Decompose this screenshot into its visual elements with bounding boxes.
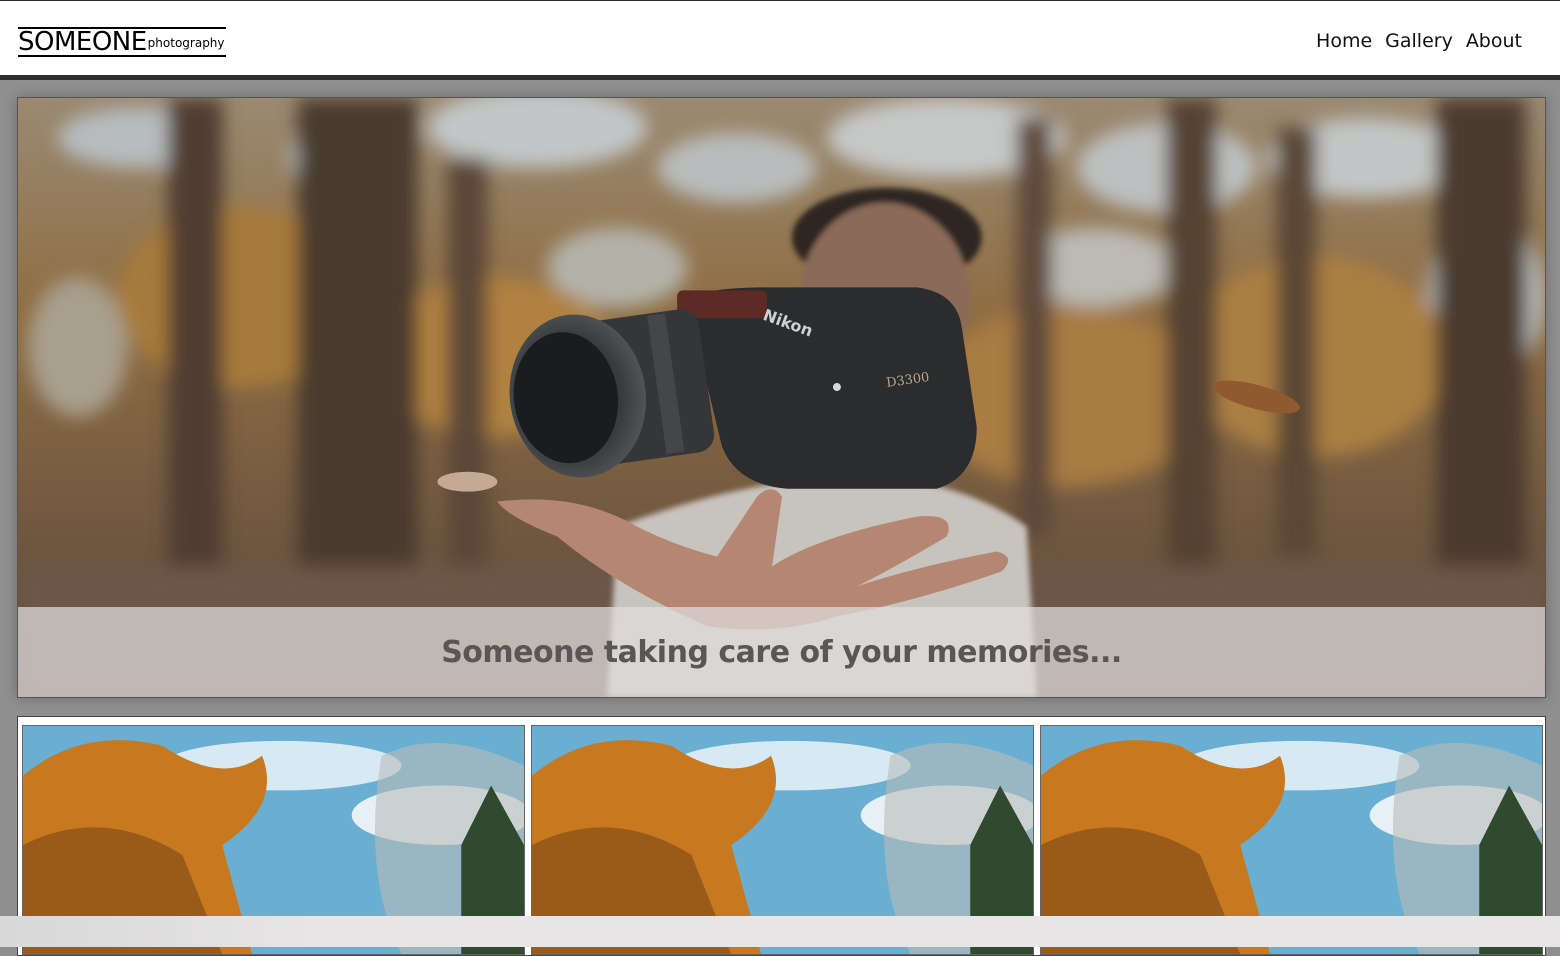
nav-link-gallery[interactable]: Gallery (1385, 30, 1453, 52)
nav-link-about[interactable]: About (1466, 30, 1522, 52)
nav-link-home[interactable]: Home (1316, 30, 1372, 52)
hero-caption-bar: Someone taking care of your memories... (18, 607, 1545, 697)
hero-banner: Nikon D3300 Someone taking care of your … (17, 97, 1546, 698)
brand-name: SOMEONE (18, 27, 147, 57)
bottom-overlay-bar (0, 916, 1560, 947)
top-navbar: SOMEONE photography Home Gallery About (0, 0, 1560, 80)
brand-tagline: photography (147, 36, 225, 50)
nav-menu: Home Gallery About (1316, 30, 1522, 52)
hero-caption: Someone taking care of your memories... (441, 634, 1122, 670)
brand-logo[interactable]: SOMEONE photography (18, 27, 226, 57)
